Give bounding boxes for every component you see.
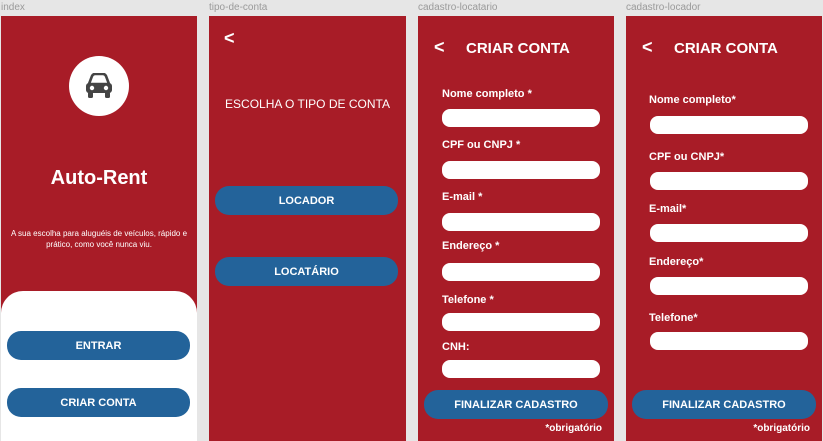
address-label: Endereço * [442, 240, 500, 252]
cpf-cnpj-label: CPF ou CNPJ * [442, 139, 521, 151]
logo [69, 56, 129, 116]
locador-register-screen: < CRIAR CONTA Nome completo* CPF ou CNPJ… [626, 16, 822, 441]
phone-label: Telefone* [649, 312, 698, 324]
car-icon [86, 73, 112, 98]
email-label: E-mail* [649, 203, 687, 215]
back-button[interactable]: < [642, 37, 653, 58]
full-name-label: Nome completo * [442, 88, 532, 100]
locatario-register-screen: < CRIAR CONTA Nome completo * CPF ou CNP… [418, 16, 614, 441]
tagline: A sua escolha para aluguéis de veículos,… [10, 229, 188, 249]
full-name-label: Nome completo* [649, 94, 736, 106]
cnh-input[interactable] [442, 360, 600, 378]
page-title: CRIAR CONTA [466, 40, 570, 57]
full-name-input[interactable] [442, 109, 600, 127]
page-title: ESCOLHA O TIPO DE CONTA [225, 97, 390, 111]
full-name-input[interactable] [650, 116, 808, 134]
bottom-sheet: ENTRAR CRIAR CONTA [1, 291, 197, 441]
page-title: CRIAR CONTA [674, 40, 778, 57]
required-note: *obrigatório [753, 423, 810, 434]
address-label: Endereço* [649, 256, 704, 268]
phone-input[interactable] [650, 332, 808, 350]
locatario-button[interactable]: LOCATÁRIO [215, 257, 398, 286]
address-input[interactable] [650, 277, 808, 295]
cnh-label: CNH: [442, 341, 470, 353]
phone-label: Telefone * [442, 294, 494, 306]
email-input[interactable] [442, 213, 600, 231]
back-button[interactable]: < [434, 37, 445, 58]
email-input[interactable] [650, 224, 808, 242]
frame-label-index: index [1, 2, 25, 13]
enter-button[interactable]: ENTRAR [7, 331, 190, 360]
cpf-cnpj-input[interactable] [442, 161, 600, 179]
cpf-cnpj-input[interactable] [650, 172, 808, 190]
frame-label-cadastro-locatario: cadastro-locatario [418, 2, 498, 13]
locador-button[interactable]: LOCADOR [215, 186, 398, 215]
cpf-cnpj-label: CPF ou CNPJ* [649, 151, 725, 163]
submit-button[interactable]: FINALIZAR CADASTRO [632, 390, 816, 419]
email-label: E-mail * [442, 191, 483, 203]
account-type-screen: < ESCOLHA O TIPO DE CONTA LOCADOR LOCATÁ… [209, 16, 406, 441]
index-screen: Auto-Rent A sua escolha para aluguéis de… [1, 16, 197, 441]
app-title: Auto-Rent [50, 167, 148, 189]
frame-label-tipo-de-conta: tipo-de-conta [209, 2, 268, 13]
submit-button[interactable]: FINALIZAR CADASTRO [424, 390, 608, 419]
back-button[interactable]: < [224, 28, 235, 49]
required-note: *obrigatório [545, 423, 602, 434]
phone-input[interactable] [442, 313, 600, 331]
address-input[interactable] [442, 263, 600, 281]
create-account-button[interactable]: CRIAR CONTA [7, 388, 190, 417]
frame-label-cadastro-locador: cadastro-locador [626, 2, 701, 13]
